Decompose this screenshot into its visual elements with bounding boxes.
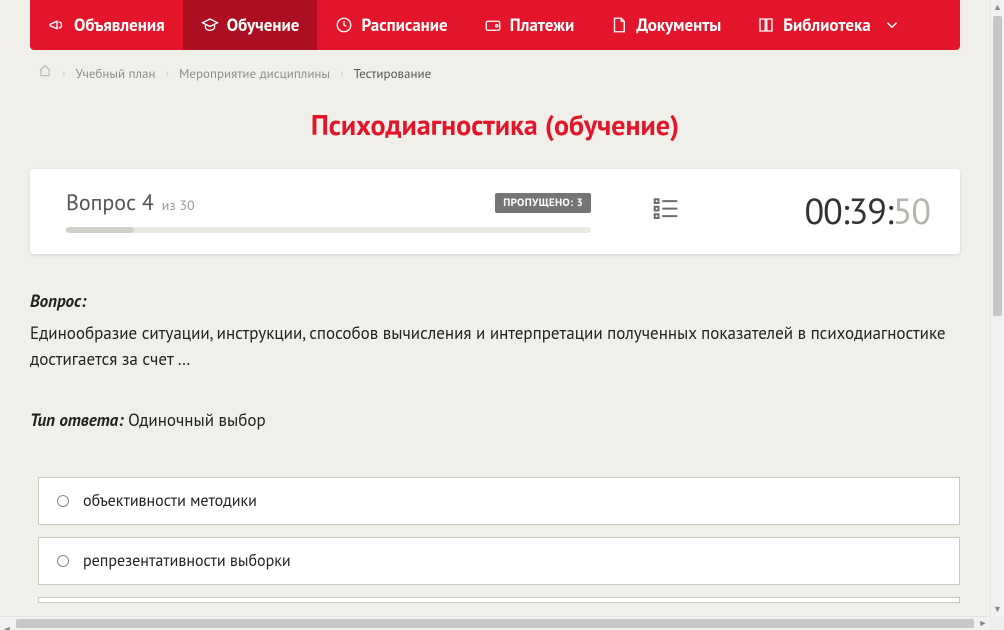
skipped-label: ПРОПУЩЕНО: xyxy=(503,196,573,210)
scrollbar-corner xyxy=(990,616,1004,630)
nav-item-label: Документы xyxy=(636,14,721,36)
timer-colon: : xyxy=(886,187,893,234)
page-title: Психодиагностика (обучение) xyxy=(30,92,960,169)
timer-hundredths: 50 xyxy=(893,187,930,234)
chevron-right-icon: › xyxy=(62,66,66,81)
scroll-thumb[interactable] xyxy=(993,16,1002,316)
horizontal-scrollbar[interactable]: ◄ ► xyxy=(0,616,990,630)
nav-announcements[interactable]: Объявления xyxy=(30,0,183,50)
vertical-scrollbar[interactable]: ▲ ▼ xyxy=(990,0,1004,616)
scroll-down-arrow-icon[interactable]: ▼ xyxy=(991,602,1004,616)
nav-payments[interactable]: Платежи xyxy=(466,0,593,50)
question-number: 4 xyxy=(142,189,154,217)
chevron-right-icon: › xyxy=(166,66,170,81)
question-word: Вопрос xyxy=(66,189,136,217)
nav-item-label: Обучение xyxy=(227,14,300,36)
timer-seconds: 39 xyxy=(849,187,886,234)
chevron-down-icon xyxy=(883,16,901,34)
answer-option[interactable]: объективности методики xyxy=(38,477,960,525)
scroll-thumb[interactable] xyxy=(16,619,974,628)
answer-type-label: Тип ответа: xyxy=(30,409,124,431)
breadcrumb: › Учебный план › Мероприятие дисциплины … xyxy=(30,50,960,92)
question-progress-block: Вопрос 4 из 30 ПРОПУЩЕНО: 3 xyxy=(66,189,591,233)
question-text: Единообразие ситуации, инструкции, спосо… xyxy=(30,320,960,373)
answer-option-cut[interactable] xyxy=(38,597,960,603)
skipped-count: 3 xyxy=(576,196,583,210)
question-total-label: из 30 xyxy=(162,196,195,214)
question-number-label: Вопрос 4 xyxy=(66,189,160,217)
wallet-icon xyxy=(484,16,502,34)
nav-library[interactable]: Библиотека xyxy=(739,0,918,50)
graduation-cap-icon xyxy=(201,16,219,34)
nav-schedule[interactable]: Расписание xyxy=(317,0,465,50)
scroll-right-arrow-icon[interactable]: ► xyxy=(976,617,990,630)
nav-item-label: Платежи xyxy=(510,14,575,36)
nav-item-label: Библиотека xyxy=(783,14,870,36)
answer-type: Тип ответа: Одиночный выбор xyxy=(30,409,960,431)
nav-learning[interactable]: Обучение xyxy=(183,0,318,50)
breadcrumb-testing: Тестирование xyxy=(354,65,432,82)
question-list-icon[interactable] xyxy=(651,193,681,228)
question-body: Вопрос: Единообразие ситуации, инструкци… xyxy=(30,290,960,616)
timer: 00:39:50 xyxy=(804,187,930,234)
megaphone-icon xyxy=(48,16,66,34)
option-text: репрезентативности выборки xyxy=(83,551,291,571)
nav-item-label: Объявления xyxy=(74,14,165,36)
of-word: из xyxy=(162,196,176,214)
answer-type-value: Одиночный выбор xyxy=(128,409,266,431)
home-icon[interactable] xyxy=(38,64,52,82)
question-header-card: Вопрос 4 из 30 ПРОПУЩЕНО: 3 xyxy=(30,169,960,254)
answer-option[interactable]: репрезентативности выборки xyxy=(38,537,960,585)
answer-options: объективности методики репрезентативност… xyxy=(30,477,960,603)
question-heading: Вопрос: xyxy=(30,290,960,312)
book-icon xyxy=(757,16,775,34)
radio-icon xyxy=(57,555,69,567)
main-navbar: Объявления Обучение Расписание xyxy=(30,0,960,50)
nav-documents[interactable]: Документы xyxy=(592,0,739,50)
progress-bar xyxy=(66,227,591,233)
option-text: объективности методики xyxy=(83,491,257,511)
scroll-up-arrow-icon[interactable]: ▲ xyxy=(991,0,1004,14)
question-total: 30 xyxy=(179,196,194,214)
breadcrumb-event[interactable]: Мероприятие дисциплины xyxy=(179,65,330,82)
chevron-right-icon: › xyxy=(340,66,344,81)
breadcrumb-study-plan[interactable]: Учебный план xyxy=(76,65,156,82)
timer-colon: : xyxy=(842,187,849,234)
scroll-left-arrow-icon[interactable]: ◄ xyxy=(0,623,14,630)
clock-icon xyxy=(335,16,353,34)
file-icon xyxy=(610,16,628,34)
progress-fill xyxy=(66,227,134,233)
nav-item-label: Расписание xyxy=(361,14,447,36)
skipped-badge: ПРОПУЩЕНО: 3 xyxy=(495,193,591,213)
radio-icon xyxy=(57,495,69,507)
timer-minutes: 00 xyxy=(804,187,841,234)
